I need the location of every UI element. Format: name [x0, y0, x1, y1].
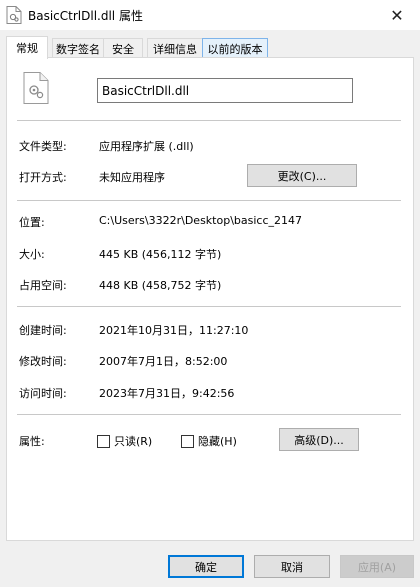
tab-label: 详细信息 [153, 42, 197, 56]
tab-digital-signatures[interactable]: 数字签名 [52, 38, 104, 58]
modified-label: 修改时间: [19, 355, 67, 368]
cancel-button-label: 取消 [281, 560, 303, 574]
change-button[interactable]: 更改(C)... [247, 164, 357, 187]
file-type-label: 文件类型: [19, 140, 67, 153]
tab-label: 数字签名 [56, 42, 100, 56]
window-title: BasicCtrlDll.dll 属性 [28, 9, 143, 23]
general-panel: BasicCtrlDll.dll 文件类型: 应用程序扩展 (.dll) 打开方… [6, 57, 414, 541]
dll-file-icon [23, 72, 49, 104]
divider [17, 414, 401, 415]
created-label: 创建时间: [19, 324, 67, 337]
apply-button[interactable]: 应用(A) [340, 555, 414, 578]
file-type-value: 应用程序扩展 (.dll) [99, 140, 194, 153]
hidden-checkbox-label: 隐藏(H) [198, 435, 237, 448]
ok-button[interactable]: 确定 [168, 555, 244, 578]
close-icon: ✕ [390, 5, 404, 25]
tab-previous-versions[interactable]: 以前的版本 [202, 38, 268, 58]
disk-size-value: 448 KB (458,752 字节) [99, 279, 222, 292]
advanced-button[interactable]: 高级(D)... [279, 428, 359, 451]
attributes-label: 属性: [19, 435, 45, 448]
size-value: 445 KB (456,112 字节) [99, 248, 222, 261]
hidden-checkbox[interactable]: 隐藏(H) [181, 433, 237, 449]
accessed-value: 2023年7月31日，9:42:56 [99, 387, 235, 400]
size-label: 大小: [19, 248, 45, 261]
file-name-field[interactable]: BasicCtrlDll.dll [97, 78, 353, 103]
readonly-checkbox-label: 只读(R) [114, 435, 153, 448]
tab-details[interactable]: 详细信息 [147, 38, 203, 58]
ok-button-label: 确定 [195, 560, 217, 574]
tab-label: 安全 [112, 42, 134, 56]
tab-general[interactable]: 常规 [6, 36, 48, 59]
created-value: 2021年10月31日，11:27:10 [99, 324, 249, 337]
readonly-checkbox[interactable]: 只读(R) [97, 433, 152, 449]
divider [17, 306, 401, 307]
modified-value: 2007年7月1日，8:52:00 [99, 355, 228, 368]
accessed-label: 访问时间: [19, 387, 67, 400]
close-button[interactable]: ✕ [374, 0, 420, 30]
tab-security[interactable]: 安全 [103, 38, 143, 58]
opens-with-value: 未知应用程序 [99, 171, 165, 184]
file-icon [6, 6, 22, 24]
checkbox-box [97, 434, 110, 448]
checkbox-box [181, 434, 194, 448]
title-bar: BasicCtrlDll.dll 属性 ✕ [0, 0, 420, 30]
change-button-label: 更改(C)... [277, 169, 327, 183]
advanced-button-label: 高级(D)... [294, 433, 344, 447]
divider [17, 200, 401, 201]
disk-size-label: 占用空间: [19, 279, 67, 292]
apply-button-label: 应用(A) [357, 560, 397, 574]
cancel-button[interactable]: 取消 [254, 555, 330, 578]
tab-label: 常规 [16, 42, 38, 55]
divider [17, 120, 401, 121]
tab-label: 以前的版本 [207, 42, 263, 56]
opens-with-label: 打开方式: [19, 171, 67, 184]
location-label: 位置: [19, 216, 45, 229]
location-value: C:\Users\3322r\Desktop\basicc_2147 [99, 214, 302, 227]
